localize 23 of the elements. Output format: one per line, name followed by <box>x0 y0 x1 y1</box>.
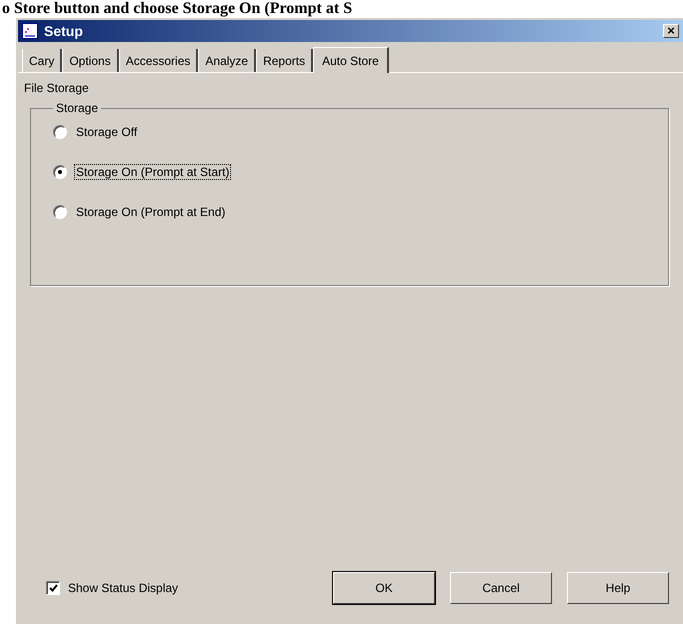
radio-label[interactable]: Storage Off <box>75 125 138 139</box>
dialog-button[interactable]: Help <box>567 572 669 604</box>
section-label: File Storage <box>24 81 90 95</box>
group-title: Storage <box>55 101 100 115</box>
dialog-button[interactable]: Cancel <box>450 572 552 604</box>
radio-button[interactable] <box>53 125 67 139</box>
tab[interactable]: Analyze <box>198 49 256 72</box>
radio-button[interactable] <box>53 205 67 219</box>
radio-button[interactable] <box>53 165 67 179</box>
tab[interactable]: Accessories <box>118 49 198 72</box>
tab[interactable]: Reports <box>256 49 314 72</box>
radio-label[interactable]: Storage On (Prompt at Start) <box>75 165 230 179</box>
app-icon <box>22 23 38 39</box>
checkbox-label[interactable]: Show Status Display <box>68 581 178 595</box>
dialog-button[interactable]: OK <box>333 572 435 604</box>
radio-label[interactable]: Storage On (Prompt at End) <box>75 205 226 219</box>
close-button[interactable]: × <box>663 24 679 38</box>
tab[interactable]: Cary <box>22 49 62 72</box>
document-heading: o Store button and choose Storage On (Prompt at S <box>1 0 354 18</box>
tab[interactable]: Options <box>62 49 119 72</box>
checkbox[interactable] <box>46 581 60 595</box>
tab[interactable]: Auto Store <box>313 47 389 73</box>
window-title: Setup <box>44 23 84 39</box>
